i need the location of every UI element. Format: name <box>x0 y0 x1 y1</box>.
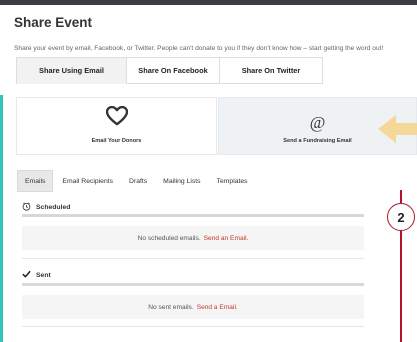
email-subnav: Emails Email Recipients Drafts Mailing L… <box>17 170 257 192</box>
send-an-email-link[interactable]: Send an Email. <box>204 235 249 242</box>
arrow-left-icon <box>378 115 417 143</box>
at-icon: @ <box>309 113 326 132</box>
subnav-templates[interactable]: Templates <box>210 170 255 192</box>
subnav-mailing-lists[interactable]: Mailing Lists <box>156 170 207 192</box>
page-subtitle: Share your event by email, Facebook, or … <box>14 45 384 52</box>
clock-icon <box>22 202 31 213</box>
sent-empty-text: No sent emails. <box>148 303 194 311</box>
bottom-divider <box>22 326 364 327</box>
accent-bar <box>0 95 3 342</box>
send-a-email-link[interactable]: Send a Email. <box>197 304 238 311</box>
step-number-badge: 2 <box>387 203 415 231</box>
sent-heading: Sent <box>22 270 51 280</box>
fundraising-email-label: Send a Fundraising Email <box>283 138 352 144</box>
subnav-emails[interactable]: Emails <box>17 170 54 192</box>
sent-rule <box>22 283 364 286</box>
step-line-top <box>400 190 402 203</box>
scheduled-rule <box>22 214 364 217</box>
email-donors-label: Email Your Donors <box>91 138 142 144</box>
check-icon <box>22 270 31 280</box>
tab-share-email[interactable]: Share Using Email <box>16 57 127 84</box>
scheduled-empty-state: No scheduled emails. Send an Email. <box>22 226 364 250</box>
scheduled-empty-text: No scheduled emails. <box>137 234 201 242</box>
top-bar <box>0 0 417 5</box>
tab-share-facebook[interactable]: Share On Facebook <box>127 57 220 84</box>
sent-heading-label: Sent <box>36 271 51 279</box>
subnav-email-recipients[interactable]: Email Recipients <box>55 170 120 192</box>
tab-share-twitter[interactable]: Share On Twitter <box>220 57 323 84</box>
section-divider <box>22 258 364 259</box>
subnav-drafts[interactable]: Drafts <box>122 170 154 192</box>
share-tabs: Share Using Email Share On Facebook Shar… <box>16 57 323 84</box>
heart-outline-icon <box>105 105 128 131</box>
sent-empty-state: No sent emails. Send a Email. <box>22 295 364 319</box>
step-line-bottom <box>400 231 402 342</box>
scheduled-heading-label: Scheduled <box>36 204 71 211</box>
page-title: Share Event <box>14 15 93 30</box>
scheduled-heading: Scheduled <box>22 202 70 213</box>
email-donors-card[interactable]: Email Your Donors <box>16 97 217 155</box>
